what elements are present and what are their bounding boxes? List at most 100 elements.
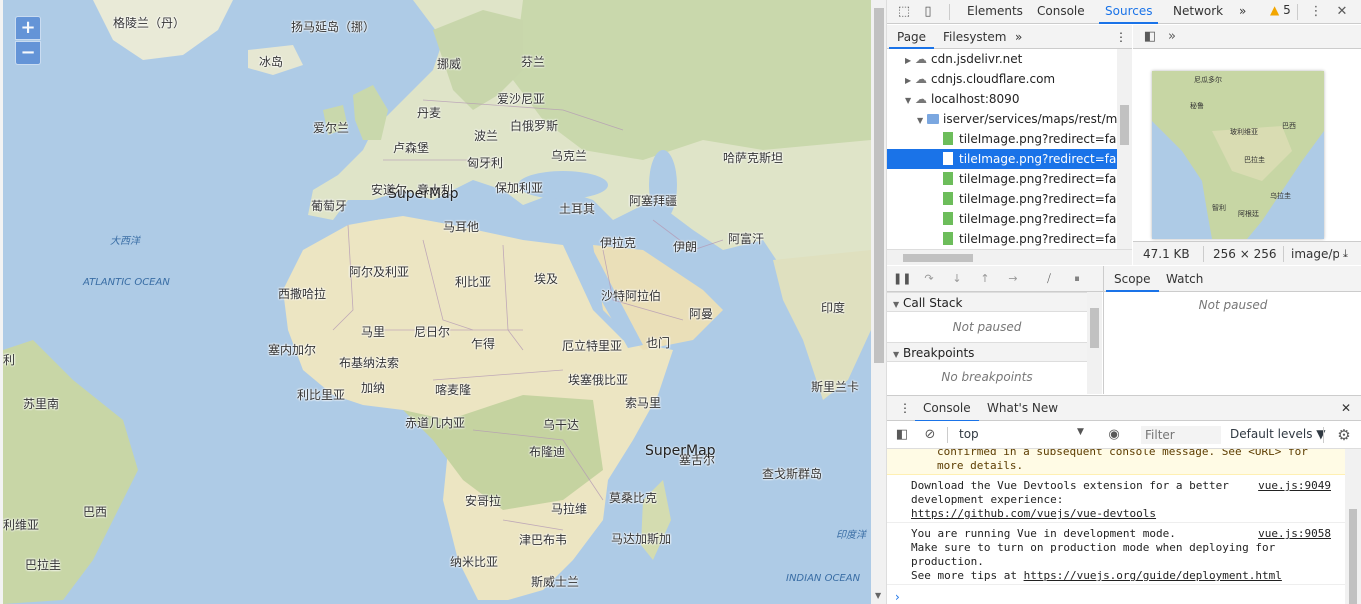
collapse-arrow-icon[interactable]: ▼ [917, 111, 927, 129]
scrollbar-thumb[interactable] [874, 8, 884, 363]
console-prompt[interactable]: › [895, 590, 900, 604]
image-size: 47.1 KB [1143, 247, 1190, 261]
tree-h-scrollbar[interactable] [887, 249, 1132, 265]
log-levels-dropdown[interactable]: Default levels ▼ [1230, 427, 1326, 441]
map-label: 马耳他 [443, 220, 480, 234]
tree-item-folder[interactable]: ▼ iserver/services/maps/rest/map [887, 109, 1117, 129]
warning-icon: ▲ [1270, 3, 1280, 17]
tab-filesystem[interactable]: Filesystem [935, 25, 1014, 49]
step-over-icon[interactable]: ↷ [921, 271, 937, 287]
kebab-menu-icon[interactable]: ⋮ [1307, 3, 1325, 21]
tree-item-label: tileImage.png?redirect=false& [959, 152, 1117, 166]
tab-page[interactable]: Page [889, 25, 935, 49]
console-scrollbar[interactable] [1345, 449, 1361, 604]
scrollbar-thumb[interactable] [1349, 509, 1357, 604]
deactivate-breakpoints-icon[interactable]: ⧸ [1041, 271, 1057, 287]
tree-item-cdn-jsdelivr[interactable]: ▶ ☁ cdn.jsdelivr.net [887, 49, 1117, 69]
tree-item-label: tileImage.png?redirect=false& [959, 192, 1117, 206]
close-drawer-icon[interactable]: ✕ [1333, 396, 1359, 422]
tree-item-localhost[interactable]: ▼ ☁ localhost:8090 [887, 89, 1117, 109]
download-icon[interactable]: ⤓ [1343, 242, 1348, 266]
tree-item-label: iserver/services/maps/rest/map [943, 112, 1117, 126]
tab-elements[interactable]: Elements [961, 0, 1029, 24]
scroll-down-arrow[interactable]: ▼ [875, 591, 881, 600]
tree-scrollbar[interactable] [1117, 49, 1132, 249]
more-nav-tabs-button[interactable]: » [1007, 25, 1030, 49]
call-stack-body: Not paused [952, 320, 1022, 334]
preview-label: 智利 [1212, 204, 1226, 212]
scrollbar-thumb[interactable] [903, 254, 973, 262]
warning-count-badge[interactable]: ▲ 5 [1270, 3, 1291, 17]
more-tabs-button[interactable]: » [1233, 0, 1252, 24]
map-label: 厄立特里亚 [562, 339, 623, 353]
pause-icon[interactable]: ❚❚ [893, 271, 911, 287]
source-link[interactable]: vue.js:9049 [1258, 479, 1331, 493]
map-label: 布隆迪 [529, 445, 566, 459]
step-icon[interactable]: → [1005, 271, 1021, 287]
tree-item-file[interactable]: tileImage.png?redirect=false& [887, 229, 1117, 249]
map-label: 沙特阿拉伯 [601, 289, 662, 303]
pause-on-exceptions-icon[interactable]: ⏸ [1069, 271, 1085, 287]
map-label: 乌干达 [543, 418, 580, 432]
console-filter-input[interactable] [1141, 426, 1221, 444]
expand-arrow-icon[interactable]: ▶ [905, 71, 915, 89]
page-scrollbar[interactable]: ▼ [871, 0, 887, 604]
chevron-down-icon[interactable]: ▼ [1077, 427, 1084, 437]
zoom-in-button[interactable]: + [15, 16, 41, 40]
tab-watch[interactable]: Watch [1158, 266, 1211, 292]
call-stack-header[interactable]: ▼ Call Stack [887, 292, 1087, 312]
ocean-label: INDIAN OCEAN [786, 573, 861, 584]
map-label: 马达加斯加 [611, 532, 672, 546]
map-label: 爱尔兰 [313, 121, 350, 135]
inspect-element-icon[interactable]: ⬚ [895, 3, 913, 21]
map-label: 加纳 [361, 381, 386, 395]
tab-network[interactable]: Network [1167, 0, 1229, 24]
map-label: 哈萨克斯坦 [723, 151, 784, 165]
step-out-icon[interactable]: ↑ [977, 271, 993, 287]
tree-item-file[interactable]: tileImage.png?redirect=false& [887, 129, 1117, 149]
collapse-arrow-icon[interactable]: ▼ [905, 91, 915, 109]
tab-scope[interactable]: Scope [1106, 266, 1159, 292]
tree-item-file-selected[interactable]: tileImage.png?redirect=false& [887, 149, 1117, 169]
section-title: Call Stack [902, 296, 963, 310]
sidebar-toggle-icon[interactable]: ◧ [893, 426, 911, 444]
clear-console-icon[interactable]: ⊘ [921, 426, 939, 444]
vue-deployment-link[interactable]: https://vuejs.org/guide/deployment.html [1024, 569, 1282, 582]
map-label: 马里 [361, 325, 386, 339]
console-message: You are running Vue in development mode.… [887, 527, 1345, 585]
tree-item-file[interactable]: tileImage.png?redirect=false& [887, 209, 1117, 229]
breakpoints-header[interactable]: ▼ Breakpoints [887, 342, 1087, 362]
message-text: confirmed in a subsequent console messag… [937, 449, 1308, 458]
tab-sources[interactable]: Sources [1099, 0, 1159, 24]
source-link[interactable]: vue.js:9058 [1258, 527, 1331, 541]
tab-console[interactable]: Console [1031, 0, 1091, 24]
tab-drawer-console[interactable]: Console [915, 396, 979, 422]
step-into-icon[interactable]: ↓ [949, 271, 965, 287]
toggle-navigator-icon[interactable]: ◧ [1141, 28, 1159, 46]
tree-item-file[interactable]: tileImage.png?redirect=false& [887, 189, 1117, 209]
debugger-scrollbar[interactable] [1087, 292, 1102, 394]
tree-item-label: cdn.jsdelivr.net [931, 52, 1023, 66]
scope-pane: Not paused [1103, 292, 1361, 394]
navigator-menu-icon[interactable]: ⋮ [1107, 25, 1135, 49]
map-viewport[interactable]: + − 格陵兰（丹） 扬马延岛（挪） 冰岛 挪威 芬兰 爱沙尼亚 丹麦 爱尔兰 … [0, 0, 871, 604]
expand-arrow-icon[interactable]: ▶ [905, 51, 915, 69]
tree-item-cdnjs[interactable]: ▶ ☁ cdnjs.cloudflare.com [887, 69, 1117, 89]
tree-item-file[interactable]: tileImage.png?redirect=false& [887, 169, 1117, 189]
map-label: 津巴布韦 [519, 533, 568, 547]
gear-icon[interactable]: ⚙ [1335, 426, 1353, 444]
eye-icon[interactable]: ◉ [1105, 426, 1123, 444]
message-text: more details. [937, 459, 1024, 472]
close-icon[interactable]: ✕ [1333, 3, 1351, 21]
more-editor-tabs-button[interactable]: » [1163, 28, 1181, 46]
vue-devtools-link[interactable]: https://github.com/vuejs/vue-devtools [911, 507, 1156, 520]
tab-whats-new[interactable]: What's New [979, 396, 1066, 422]
scrollbar-thumb[interactable] [1090, 308, 1099, 348]
device-toolbar-icon[interactable]: ▯ [919, 3, 937, 21]
message-text: development experience: [911, 493, 1064, 506]
scrollbar-thumb[interactable] [1120, 105, 1129, 145]
image-file-icon [943, 192, 953, 205]
tree-item-label: cdnjs.cloudflare.com [931, 72, 1056, 86]
zoom-out-button[interactable]: − [15, 41, 41, 65]
context-selector[interactable]: top [959, 427, 979, 441]
